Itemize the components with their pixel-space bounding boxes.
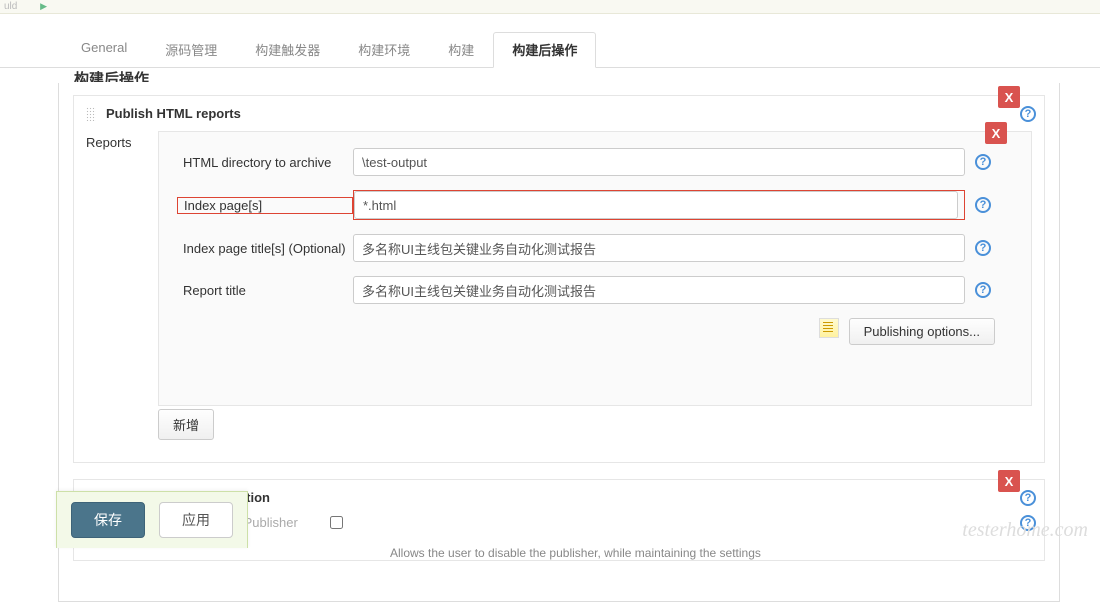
reports-label: Reports	[86, 131, 158, 406]
crumb-arrow-icon: ▶	[40, 1, 47, 11]
label-index-pages: Index page[s]	[177, 197, 353, 214]
input-report-title[interactable]	[353, 276, 965, 304]
save-button[interactable]: 保存	[71, 502, 145, 538]
apply-button[interactable]: 应用	[159, 502, 233, 538]
tab-postbuild[interactable]: 构建后操作	[493, 32, 596, 68]
delete-report-button[interactable]: X	[985, 122, 1007, 144]
delete-publish-html-button[interactable]: X	[998, 86, 1020, 108]
help-icon[interactable]: ?	[1020, 106, 1036, 122]
tab-build[interactable]: 构建	[429, 32, 493, 68]
publish-html-block: X ? Publish HTML reports Reports X HTML …	[73, 95, 1045, 463]
footer-bar: 保存 应用	[56, 491, 248, 548]
help-icon[interactable]: ?	[975, 197, 991, 213]
tab-general[interactable]: General	[62, 32, 146, 68]
row-report-title: Report title ?	[177, 276, 991, 304]
label-index-titles: Index page title[s] (Optional)	[177, 241, 353, 256]
input-index-pages[interactable]	[354, 191, 958, 219]
block-title: Publish HTML reports	[106, 106, 241, 121]
tab-scm[interactable]: 源码管理	[146, 32, 236, 68]
label-report-title: Report title	[177, 283, 353, 298]
row-index-titles: Index page title[s] (Optional) ?	[177, 234, 991, 262]
delete-email-block-button[interactable]: X	[998, 470, 1020, 492]
section-heading: 构建后操作	[74, 64, 1100, 82]
add-report-button[interactable]: 新增	[158, 409, 214, 440]
help-icon[interactable]: ?	[975, 282, 991, 298]
input-html-dir[interactable]	[353, 148, 965, 176]
publishing-options-button[interactable]: Publishing options...	[849, 318, 995, 345]
tab-triggers[interactable]: 构建触发器	[236, 32, 339, 68]
crumb-text: uld	[4, 1, 17, 12]
tab-bar: General 源码管理 构建触发器 构建环境 构建 构建后操作	[0, 32, 1100, 68]
row-index-pages: Index page[s] ?	[177, 190, 991, 220]
label-html-dir: HTML directory to archive	[177, 155, 353, 170]
help-icon[interactable]: ?	[975, 240, 991, 256]
drag-handle-icon[interactable]	[86, 107, 96, 121]
top-strip: uld ▶	[0, 0, 1100, 14]
tab-environment[interactable]: 构建环境	[339, 32, 429, 68]
row-html-dir: HTML directory to archive ?	[177, 148, 991, 176]
reports-box: X HTML directory to archive ? Index page…	[158, 131, 1032, 406]
block-header[interactable]: Publish HTML reports	[74, 96, 1044, 131]
disable-publisher-checkbox[interactable]	[330, 516, 343, 529]
input-index-titles[interactable]	[353, 234, 965, 262]
help-icon[interactable]: ?	[1020, 490, 1036, 506]
notepad-icon	[819, 318, 839, 338]
help-icon[interactable]: ?	[975, 154, 991, 170]
watermark: testerhome.com	[962, 519, 1088, 542]
disable-publisher-description: Allows the user to disable the publisher…	[74, 546, 1044, 560]
